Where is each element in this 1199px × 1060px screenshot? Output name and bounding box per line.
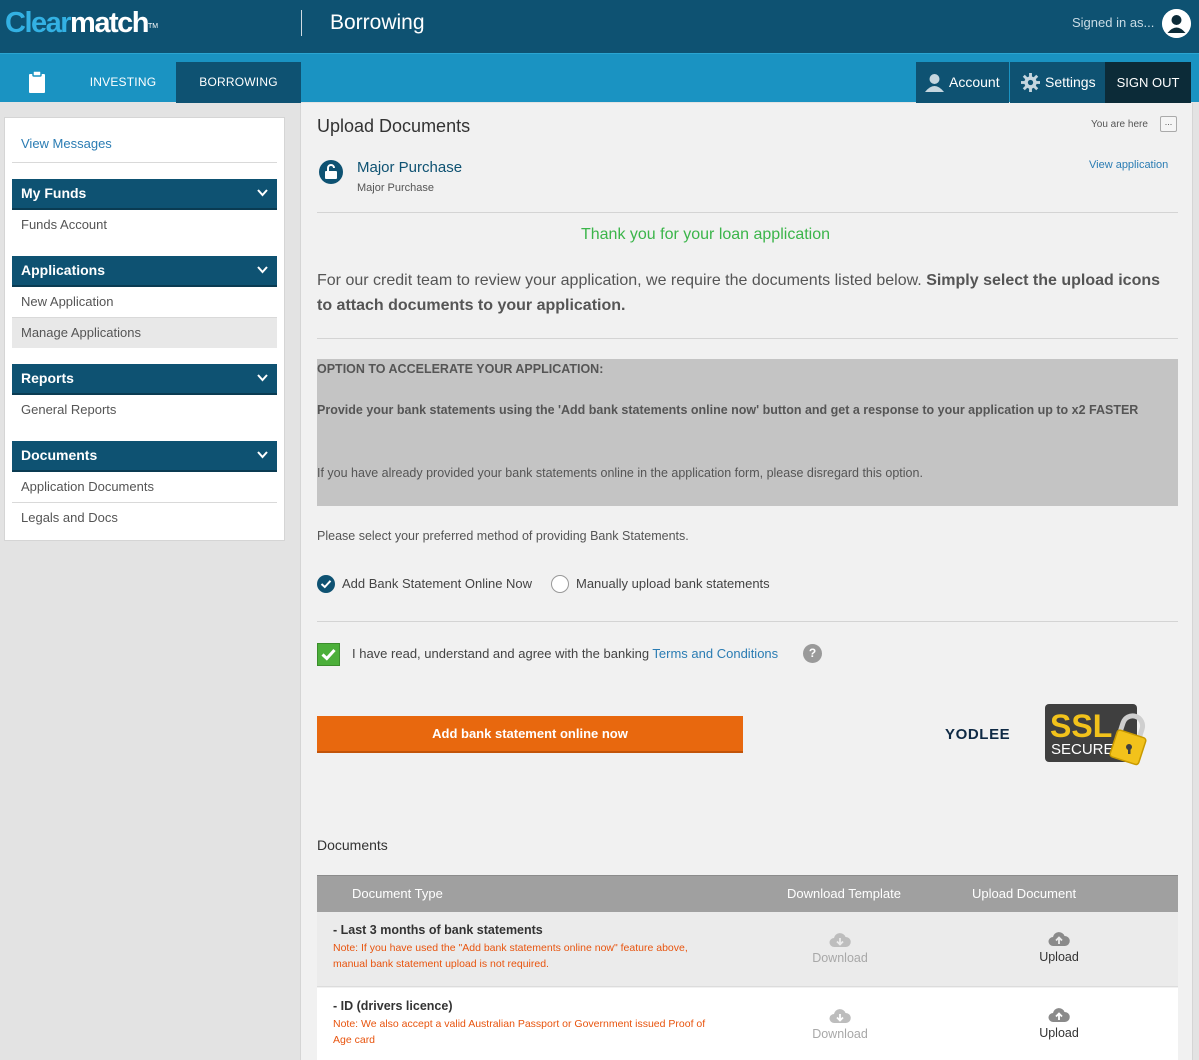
settings-button[interactable]: Settings: [1010, 62, 1105, 103]
sidebar-item-legals-and-docs[interactable]: Legals and Docs: [12, 503, 277, 533]
cloud-upload-icon: [1048, 1008, 1070, 1022]
chevron-down-icon: [257, 189, 268, 197]
sidebar-group-my-funds[interactable]: My Funds: [12, 179, 277, 210]
ssl-text: SSL: [1050, 708, 1112, 744]
radio-online-label[interactable]: Add Bank Statement Online Now: [342, 576, 532, 591]
thank-you-message: Thank you for your loan application: [580, 226, 831, 243]
sidebar-group-title: Applications: [21, 262, 106, 278]
terms-agreement-text: I have read, understand and agree with t…: [352, 646, 778, 661]
sidebar-divider: [12, 162, 277, 163]
download-template-button[interactable]: Download: [810, 1008, 870, 1041]
radio-manual[interactable]: [551, 575, 569, 593]
sidebar-group-title: Documents: [21, 447, 98, 463]
tab-borrowing[interactable]: BORROWING: [176, 62, 301, 103]
terms-and-conditions-link[interactable]: Terms and Conditions: [652, 646, 778, 661]
main-nav: INVESTING BORROWING Account Settings SIG…: [0, 53, 1199, 103]
intro-plain: For our credit team to review your appli…: [317, 272, 927, 289]
cloud-download-icon: [829, 933, 851, 947]
add-bank-statement-button[interactable]: Add bank statement online now: [317, 716, 743, 753]
account-label: Account: [949, 74, 1000, 90]
documents-heading: Documents: [317, 837, 388, 853]
document-name: - ID (drivers licence): [333, 999, 453, 1013]
chevron-down-icon: [257, 451, 268, 459]
chevron-down-icon: [257, 266, 268, 274]
table-header: Document Type Download Template Upload D…: [317, 875, 1178, 912]
user-avatar-icon[interactable]: [1162, 9, 1191, 38]
accelerate-heading: OPTION TO ACCELERATE YOUR APPLICATION:: [317, 362, 604, 376]
sidebar-item-new-application[interactable]: New Application: [12, 287, 277, 317]
sidebar-item-application-documents[interactable]: Application Documents: [12, 472, 277, 502]
section-title: Borrowing: [330, 11, 425, 34]
you-are-here-label: You are here: [1091, 119, 1148, 130]
download-label: Download: [812, 1027, 868, 1041]
download-label: Download: [812, 951, 868, 965]
radio-manual-label[interactable]: Manually upload bank statements: [576, 576, 770, 591]
sidebar-group-title: Reports: [21, 370, 74, 386]
column-header-upload-document: Upload Document: [972, 886, 1077, 901]
sidebar-group-reports[interactable]: Reports: [12, 364, 277, 395]
sidebar-group-title: My Funds: [21, 185, 87, 201]
application-subtitle: Major Purchase: [357, 182, 435, 194]
table-row: - Last 3 months of bank statements Note:…: [317, 912, 1178, 987]
terms-checkbox[interactable]: [317, 643, 340, 666]
divider: [317, 621, 1178, 622]
tab-investing[interactable]: INVESTING: [80, 62, 166, 103]
accelerate-notice: OPTION TO ACCELERATE YOUR APPLICATION: P…: [317, 359, 1178, 506]
breadcrumb-toggle-button[interactable]: ...: [1160, 116, 1177, 132]
sidebar: View Messages My Funds Funds Account App…: [4, 117, 285, 541]
sidebar-item-manage-applications[interactable]: Manage Applications: [12, 318, 277, 348]
sidebar-group-documents[interactable]: Documents: [12, 441, 277, 472]
secure-text: SECURE: [1051, 741, 1114, 758]
document-note: Note: We also accept a valid Australian …: [333, 1018, 706, 1046]
cloud-download-icon: [829, 1009, 851, 1023]
sidebar-item-funds-account[interactable]: Funds Account: [12, 210, 277, 240]
view-messages-link[interactable]: View Messages: [21, 136, 112, 151]
top-bar: ClearmatchTM Borrowing Signed in as...: [0, 0, 1199, 53]
document-note: Note: If you have used the "Add bank sta…: [333, 942, 688, 970]
gear-icon: [1021, 73, 1040, 92]
signed-in-text: Signed in as...: [1072, 15, 1155, 30]
accelerate-note: If you have already provided your bank s…: [317, 466, 923, 480]
settings-label: Settings: [1045, 74, 1096, 90]
ssl-secure-badge: SSL SECURE: [1045, 703, 1167, 769]
column-header-document-type: Document Type: [352, 886, 443, 901]
radio-online-selected[interactable]: [317, 575, 335, 593]
account-button[interactable]: Account: [916, 62, 1009, 103]
page-title: Upload Documents: [317, 116, 471, 136]
intro-text: For our credit team to review your appli…: [317, 268, 1177, 318]
sign-out-button[interactable]: SIGN OUT: [1105, 62, 1191, 103]
sidebar-item-general-reports[interactable]: General Reports: [12, 395, 277, 425]
divider: [317, 338, 1178, 339]
unlock-icon: [319, 160, 343, 184]
main-panel: Upload Documents You are here ... Major …: [300, 103, 1193, 1060]
logo-text-clear: Clear: [5, 7, 72, 39]
logo-trademark: TM: [147, 23, 159, 30]
sidebar-group-applications[interactable]: Applications: [12, 256, 277, 287]
divider: [317, 212, 1178, 213]
help-icon[interactable]: ?: [803, 644, 822, 663]
yodlee-logo: YODLEE: [945, 726, 1011, 743]
table-row: - ID (drivers licence) Note: We also acc…: [317, 988, 1178, 1060]
column-header-download-template: Download Template: [787, 886, 901, 901]
logo-text-match: match: [70, 7, 149, 39]
preferred-method-text: Please select your preferred method of p…: [317, 529, 689, 543]
application-name: Major Purchase: [357, 159, 463, 176]
documents-table: Document Type Download Template Upload D…: [317, 875, 1178, 1060]
document-name: - Last 3 months of bank statements: [333, 923, 543, 937]
accelerate-body: Provide your bank statements using the '…: [317, 403, 1139, 417]
clipboard-icon[interactable]: [27, 71, 47, 93]
view-application-link[interactable]: View application: [1089, 159, 1168, 171]
upload-document-button[interactable]: Upload: [1029, 931, 1089, 964]
cloud-upload-icon: [1048, 932, 1070, 946]
upload-document-button[interactable]: Upload: [1029, 1007, 1089, 1040]
header-divider: [301, 10, 302, 36]
download-template-button[interactable]: Download: [810, 932, 870, 965]
agree-label: I have read, understand and agree with t…: [352, 646, 653, 661]
upload-label: Upload: [1039, 1026, 1079, 1040]
chevron-down-icon: [257, 374, 268, 382]
upload-label: Upload: [1039, 950, 1079, 964]
clearmatch-logo[interactable]: ClearmatchTM: [5, 6, 158, 40]
person-icon: [925, 74, 944, 92]
